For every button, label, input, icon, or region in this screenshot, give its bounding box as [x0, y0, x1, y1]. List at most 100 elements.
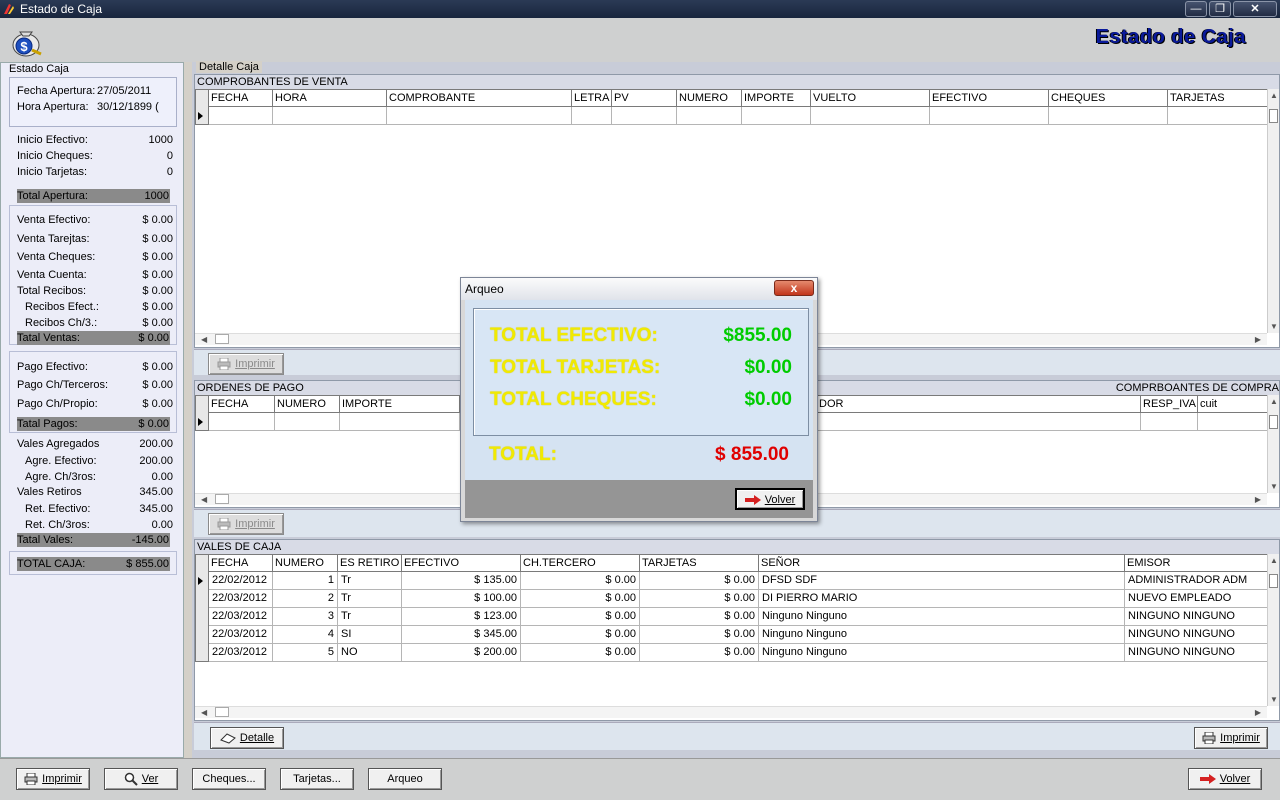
recibos-ch3-row: Recibos Ch/3.: $ 0.00 [25, 317, 173, 329]
detalle-button[interactable]: Detalle [210, 727, 284, 749]
maximize-button[interactable]: ❐ [1209, 1, 1231, 17]
magnifier-icon [124, 772, 138, 786]
vales-grid-section: VALES DE CAJA FECHA NUMERO ES RETIRO EFE… [194, 539, 1280, 721]
table-cell: Tr [338, 608, 402, 626]
vales-imprimir-button[interactable]: Imprimir [1194, 727, 1268, 749]
vales-vscroll[interactable]: ▲ ▼ [1267, 554, 1279, 706]
table-cell: 22/03/2012 [209, 608, 273, 626]
scroll-left-icon[interactable]: ◀ [201, 335, 207, 344]
header-title: Estado de Caja [1095, 26, 1246, 48]
vales-hscroll[interactable]: ◀ ▶ [195, 706, 1267, 718]
table-cell: $ 0.00 [521, 572, 640, 590]
table-cell: NINGUNO NINGUNO [1125, 608, 1269, 626]
printer-icon [217, 518, 231, 531]
arqueo-button[interactable]: Arqueo [368, 768, 442, 790]
venta-cheques-row: Venta Cheques: $ 0.00 [17, 251, 173, 263]
fecha-apertura-row: Fecha Apertura: 27/05/2011 [17, 85, 152, 97]
table-cell: $ 200.00 [402, 644, 521, 662]
table-row[interactable]: 22/03/2012 5 NO $ 200.00 $ 0.00 $ 0.00 Ninguno… [195, 644, 1279, 662]
close-icon: x [790, 281, 798, 295]
scroll-down-icon[interactable]: ▼ [1270, 322, 1278, 331]
table-cell: ADMINISTRADOR ADM [1125, 572, 1269, 590]
app-icon [4, 4, 14, 14]
ordenes-vscroll[interactable]: ▲ ▼ [1267, 395, 1279, 493]
table-cell: NO [338, 644, 402, 662]
volver-button[interactable]: Volver [1188, 768, 1262, 790]
eraser-icon [219, 733, 236, 744]
restore-icon: ❐ [1215, 3, 1225, 15]
agre-ch3ros-row: Agre. Ch/3ros: 0.00 [25, 471, 173, 483]
pago-ch-propio-row: Pago Ch/Propio: $ 0.00 [17, 398, 173, 410]
table-row[interactable]: 22/02/2012 1 Tr $ 135.00 $ 0.00 $ 0.00 DFSD SD… [195, 572, 1279, 590]
money-bag-icon: $ [12, 31, 42, 57]
total-cheques-label: TOTAL CHEQUES: [490, 389, 657, 410]
ventas-new-row[interactable] [195, 107, 1279, 125]
tarjetas-button[interactable]: Tarjetas... [280, 768, 354, 790]
table-row[interactable]: 22/03/2012 3 Tr $ 123.00 $ 0.00 $ 0.00 Ninguno… [195, 608, 1279, 626]
scroll-down-icon[interactable]: ▼ [1270, 482, 1278, 491]
current-row-icon [198, 577, 203, 585]
table-row[interactable]: 22/03/2012 2 Tr $ 100.00 $ 0.00 $ 0.00 DI PIER… [195, 590, 1279, 608]
compras-title: COMPRBOANTES DE COMPRA [1115, 382, 1279, 394]
vales-agregados-row: Vales Agregados 200.00 [17, 438, 173, 450]
total-recibos-row: Total Recibos: $ 0.00 [17, 285, 173, 297]
table-cell: 4 [273, 626, 338, 644]
ventas-vscroll[interactable]: ▲ ▼ [1267, 89, 1279, 333]
printer-icon [1202, 732, 1216, 745]
total-vales-row: Tatal Vales: -145.00 [17, 533, 170, 547]
scroll-up-icon[interactable]: ▲ [1270, 397, 1278, 406]
table-cell: $ 0.00 [640, 572, 759, 590]
scroll-right-icon[interactable]: ▶ [1255, 708, 1261, 717]
total-tarjetas-value: $0.00 [744, 357, 792, 378]
current-row-icon [198, 418, 203, 426]
total-tarjetas-label: TOTAL TARJETAS: [490, 357, 661, 378]
table-cell: DI PIERRO MARIO [759, 590, 1125, 608]
scroll-left-icon[interactable]: ◀ [201, 495, 207, 504]
hora-apertura-row: Hora Apertura: 30/12/1899 ( [17, 101, 159, 113]
inicio-cheques-row: Inicio Cheques: 0 [17, 150, 173, 162]
table-cell: $ 0.00 [640, 644, 759, 662]
recibos-efect-row: Recibos Efect.: $ 0.00 [25, 301, 173, 313]
cheques-button[interactable]: Cheques... [192, 768, 266, 790]
scroll-down-icon[interactable]: ▼ [1270, 695, 1278, 704]
table-cell: $ 0.00 [521, 590, 640, 608]
table-cell: Ninguno Ninguno [759, 608, 1125, 626]
table-cell: 22/03/2012 [209, 626, 273, 644]
ordenes-imprimir-button[interactable]: Imprimir [208, 513, 284, 535]
ver-button[interactable]: Ver [104, 768, 178, 790]
ventas-header: FECHA HORA COMPROBANTE LETRA PV NUMERO I… [195, 89, 1279, 107]
inicio-tarjetas-row: Inicio Tarjetas: 0 [17, 166, 173, 178]
vales-title: VALES DE CAJA [195, 540, 1279, 554]
printer-icon [24, 773, 38, 786]
table-cell: $ 0.00 [521, 626, 640, 644]
total-pagos-row: Tatal Pagos: $ 0.00 [17, 417, 170, 431]
window-titlebar: Estado de Caja — ❐ ✕ [0, 0, 1280, 18]
scroll-left-icon[interactable]: ◀ [201, 708, 207, 717]
table-cell: 1 [273, 572, 338, 590]
scroll-right-icon[interactable]: ▶ [1255, 335, 1261, 344]
header: $ Estado de Caja [0, 18, 1280, 62]
dialog-volver-button[interactable]: Volver [735, 488, 805, 510]
scroll-up-icon[interactable]: ▲ [1270, 556, 1278, 565]
table-cell: $ 0.00 [521, 644, 640, 662]
arrow-right-icon [1199, 774, 1216, 785]
agre-efectivo-row: Agre. Efectivo: 200.00 [25, 455, 173, 467]
scroll-right-icon[interactable]: ▶ [1255, 495, 1261, 504]
table-cell: $ 135.00 [402, 572, 521, 590]
table-cell: 2 [273, 590, 338, 608]
scroll-up-icon[interactable]: ▲ [1270, 91, 1278, 100]
table-cell: 22/02/2012 [209, 572, 273, 590]
table-cell: SI [338, 626, 402, 644]
ret-efectivo-row: Ret. Efectivo: 345.00 [25, 503, 173, 515]
table-cell: $ 0.00 [640, 626, 759, 644]
ventas-imprimir-button[interactable]: Imprimir [208, 353, 284, 375]
close-button[interactable]: ✕ [1233, 1, 1277, 17]
table-cell: 5 [273, 644, 338, 662]
table-row[interactable]: 22/03/2012 4 SI $ 345.00 $ 0.00 $ 0.00 Ninguno… [195, 626, 1279, 644]
panel-caption: Estado Caja [7, 63, 71, 75]
dialog-close-button[interactable]: x [774, 280, 814, 296]
imprimir-button[interactable]: Imprimir [16, 768, 90, 790]
minimize-button[interactable]: — [1185, 1, 1207, 17]
total-caja-row: TOTAL CAJA: $ 855.00 [17, 557, 170, 571]
vales-toolbar: Detalle Imprimir [194, 722, 1280, 750]
